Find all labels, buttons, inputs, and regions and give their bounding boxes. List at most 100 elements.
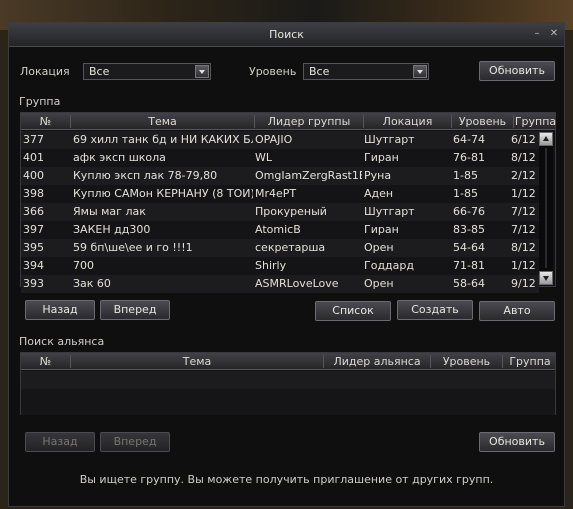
close-icon[interactable]: ✕ (547, 28, 561, 41)
row-level: 1-85 (453, 187, 478, 200)
row-number: 395 (23, 241, 44, 254)
row-leader: Прокуреный (255, 205, 327, 218)
table-row[interactable]: 400 Куплю эксп лак 78-79,80 OmgIamZergRa… (21, 167, 539, 185)
location-select-value: Все (89, 65, 110, 78)
row-leader: OmgIamZergRast1E (255, 169, 362, 182)
table-row[interactable]: 398 Куплю САМон КЕРНАНУ (8 ТОИ) Mr4ePT А… (21, 185, 539, 203)
group-forward-button[interactable]: Вперед (100, 300, 170, 320)
row-number: 400 (23, 169, 44, 182)
col-level[interactable]: Уровень (431, 355, 503, 368)
row-location: Орен (364, 277, 394, 290)
col-number[interactable]: № (21, 115, 71, 128)
level-label: Уровень (249, 65, 297, 78)
row-theme: 59 бп\ше\ее и го !!!1 (73, 241, 193, 254)
title-bar[interactable]: Поиск – ✕ (9, 23, 564, 47)
row-group: 7/12 (511, 205, 536, 218)
row-level: 71-81 (453, 259, 485, 272)
col-theme[interactable]: Тема (71, 115, 255, 128)
table-row[interactable]: 397 ЗАКЕН дд300 AtomicB Гиран 83-85 7/12 (21, 221, 539, 239)
row-leader: Mr4ePT (255, 187, 297, 200)
row-location: Шутгарт (364, 133, 415, 146)
minimize-icon[interactable]: – (530, 28, 544, 41)
row-level: 76-81 (453, 151, 485, 164)
group-table-header: № Тема Лидер группы Локация Уровень Груп… (21, 113, 557, 130)
row-level: 66-76 (453, 205, 485, 218)
alliance-section-label: Поиск альянса (19, 335, 105, 348)
scroll-up-icon[interactable] (539, 132, 553, 146)
row-number: 398 (23, 187, 44, 200)
row-location: Гиран (364, 223, 399, 236)
row-group: 2/12 (511, 169, 536, 182)
row-leader: секретарша (255, 241, 326, 254)
row-theme: Куплю САМон КЕРНАНУ (8 ТОИ) (73, 187, 253, 200)
row-theme: Куплю эксп лак 78-79,80 (73, 169, 218, 182)
table-row[interactable]: 394 700 Shirly Годдард 71-81 1/12 (21, 257, 539, 275)
row-group: 6/12 (511, 133, 536, 146)
refresh-button[interactable]: Обновить (479, 61, 555, 81)
alliance-forward-button[interactable]: Вперед (100, 432, 170, 452)
col-group[interactable]: Группа (514, 115, 557, 128)
location-select[interactable]: Все (83, 63, 211, 80)
col-theme[interactable]: Тема (71, 355, 324, 368)
row-location: Годдард (364, 259, 414, 272)
col-location[interactable]: Локация (364, 115, 452, 128)
col-leader[interactable]: Лидер группы (255, 115, 364, 128)
col-number[interactable]: № (21, 355, 71, 368)
list-button[interactable]: Список (315, 301, 391, 321)
row-level: 64-74 (453, 133, 485, 146)
row-level: 58-64 (453, 277, 485, 290)
table-row[interactable]: 393 Зак 60 ASMRLoveLove Орен 58-64 9/12 (21, 275, 539, 293)
row-group: 7/12 (511, 223, 536, 236)
alliance-table: № Тема Лидер альянса Уровень Группа (20, 352, 556, 415)
group-scrollbar[interactable] (539, 132, 553, 285)
alliance-rows (21, 371, 555, 415)
row-number: 366 (23, 205, 44, 218)
status-message: Вы ищете группу. Вы можете получить приг… (79, 473, 494, 486)
row-leader: OPAJIO (255, 133, 293, 146)
row-location: Шутгарт (364, 205, 415, 218)
col-group[interactable]: Группа (503, 355, 557, 368)
row-leader: WL (255, 151, 273, 164)
row-number: 377 (23, 133, 44, 146)
row-group: 1/12 (511, 187, 536, 200)
row-group: 8/12 (511, 241, 536, 254)
search-window: Поиск – ✕ Локация Все Уровень Все Обнови… (8, 22, 565, 507)
alliance-table-header: № Тема Лидер альянса Уровень Группа (21, 353, 555, 370)
row-number: 397 (23, 223, 44, 236)
level-select[interactable]: Все (303, 63, 429, 80)
row-location: Орен (364, 241, 394, 254)
create-button[interactable]: Создать (397, 300, 473, 320)
row-level: 83-85 (453, 223, 485, 236)
scroll-track[interactable] (545, 148, 547, 268)
row-theme: Ямы маг лак (73, 205, 146, 218)
empty-row (21, 371, 555, 389)
row-number: 393 (23, 277, 44, 290)
location-label: Локация (20, 65, 70, 78)
group-back-button[interactable]: Назад (25, 300, 95, 320)
col-level[interactable]: Уровень (452, 115, 514, 128)
row-location: Аден (364, 187, 394, 200)
row-group: 9/12 (511, 277, 536, 290)
table-row[interactable]: 366 Ямы маг лак Прокуреный Шутгарт 66-76… (21, 203, 539, 221)
row-group: 8/12 (511, 151, 536, 164)
table-row[interactable]: 377 69 хилл танк бд и НИ КАКИХ БЛЯТ OPAJ… (21, 131, 539, 149)
alliance-refresh-button[interactable]: Обновить (479, 432, 555, 452)
scroll-down-icon[interactable] (539, 271, 553, 285)
row-location: Руна (364, 169, 392, 182)
row-theme: афк эксп школа (73, 151, 166, 164)
row-theme: 700 (73, 259, 94, 272)
group-section-label: Группа (19, 95, 61, 108)
level-select-value: Все (309, 65, 330, 78)
chevron-down-icon[interactable] (413, 65, 427, 78)
table-row[interactable]: 401 афк эксп школа WL Гиран 76-81 8/12 (21, 149, 539, 167)
auto-button[interactable]: Авто (479, 301, 555, 321)
row-theme: Зак 60 (73, 277, 111, 290)
alliance-back-button[interactable]: Назад (25, 432, 95, 452)
row-number: 401 (23, 151, 44, 164)
row-location: Гиран (364, 151, 399, 164)
col-alliance-leader[interactable]: Лидер альянса (324, 355, 431, 368)
row-theme: 69 хилл танк бд и НИ КАКИХ БЛЯТ (73, 133, 253, 146)
table-row[interactable]: 395 59 бп\ше\ее и го !!!1 секретарша Оре… (21, 239, 539, 257)
window-title: Поиск (269, 28, 304, 41)
chevron-down-icon[interactable] (195, 65, 209, 78)
